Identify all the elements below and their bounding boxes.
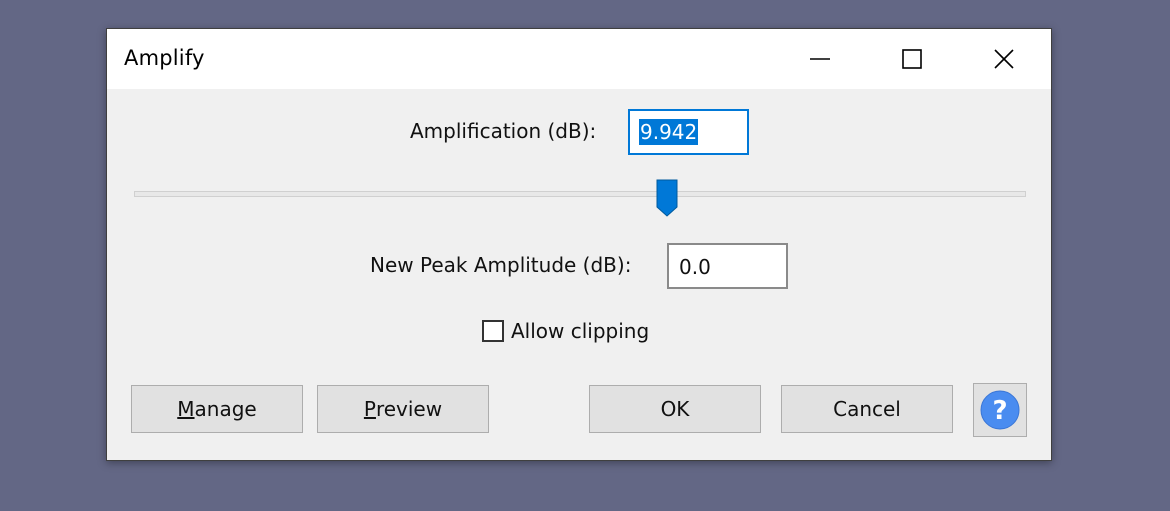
manage-button[interactable]: Manage: [131, 385, 303, 433]
amplification-value: 9.942: [639, 119, 699, 145]
amplification-slider-track[interactable]: [134, 191, 1026, 197]
close-icon: [994, 49, 1014, 69]
close-button[interactable]: [958, 29, 1050, 89]
manage-mnemonic: M: [177, 397, 195, 421]
manage-label: anage: [194, 397, 257, 421]
minimize-icon: [810, 58, 830, 60]
help-glyph: ?: [992, 396, 1007, 426]
allow-clipping-option[interactable]: Allow clipping: [482, 319, 649, 343]
allow-clipping-checkbox[interactable]: [482, 320, 504, 342]
preview-mnemonic: P: [363, 397, 376, 421]
window-title: Amplify: [124, 46, 205, 70]
preview-label: review: [375, 397, 443, 421]
amplify-dialog: Amplify Amplification (dB): 9.942 New Pe…: [106, 28, 1052, 461]
cancel-button[interactable]: Cancel: [781, 385, 953, 433]
help-icon: ?: [980, 390, 1020, 430]
amplification-input[interactable]: 9.942: [628, 109, 749, 155]
new-peak-label: New Peak Amplitude (dB):: [370, 253, 632, 277]
preview-button[interactable]: Preview: [317, 385, 489, 433]
minimize-button[interactable]: [774, 29, 866, 89]
help-button[interactable]: ?: [973, 383, 1027, 437]
amplification-label: Amplification (dB):: [410, 119, 597, 143]
ok-button[interactable]: OK: [589, 385, 761, 433]
new-peak-value: 0.0: [679, 255, 711, 279]
title-bar[interactable]: Amplify: [107, 29, 1051, 89]
maximize-icon: [902, 49, 922, 69]
maximize-button[interactable]: [866, 29, 958, 89]
allow-clipping-label: Allow clipping: [511, 319, 650, 343]
new-peak-input[interactable]: 0.0: [667, 243, 788, 289]
amplification-slider-thumb[interactable]: [656, 179, 678, 217]
